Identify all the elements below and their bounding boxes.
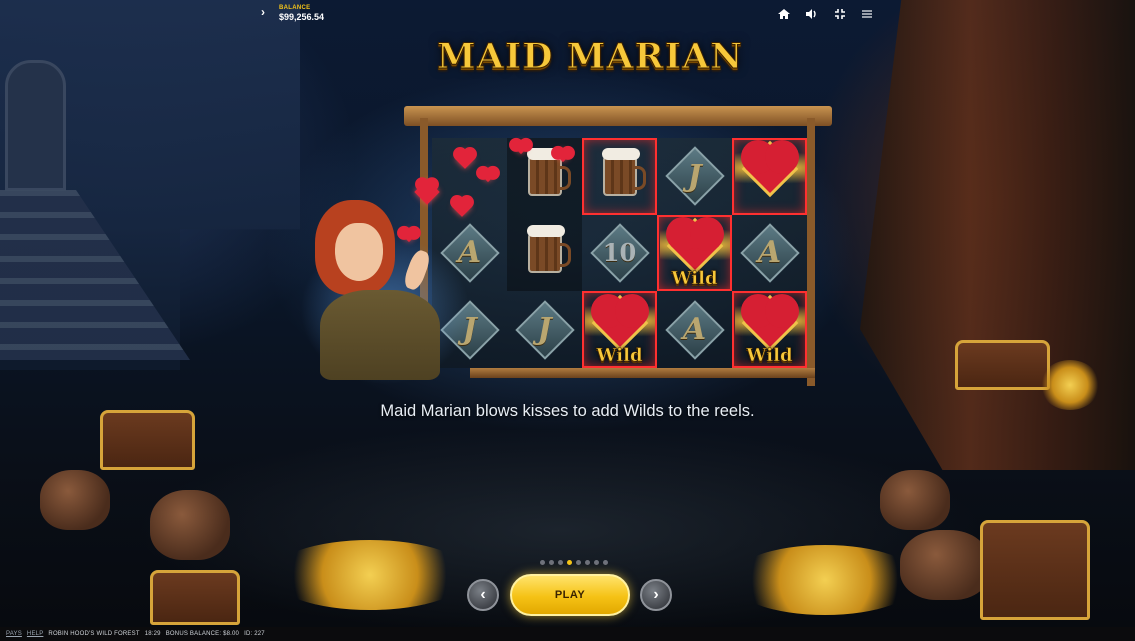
treasure-chest — [955, 340, 1050, 390]
reel-cell: Wild — [582, 291, 657, 368]
symbol-j: J — [537, 312, 552, 348]
chevron-left-icon: ‹ — [480, 586, 486, 603]
kiss-heart-icon — [555, 147, 571, 163]
reel-cell: A — [657, 291, 732, 368]
wild-label: Wild — [596, 344, 643, 367]
reel-cell: 10 — [582, 215, 657, 292]
house-door — [5, 60, 66, 191]
reel-frame-bottom — [470, 368, 815, 378]
marian-dress — [320, 290, 440, 380]
game-name: ROBIN HOOD'S WILD FOREST — [48, 631, 140, 637]
game-scene: › BALANCE $99,256.54 MAID MARIAN J A 10 Wil… — [0, 0, 1135, 627]
session-id: ID: 227 — [244, 631, 265, 637]
play-button[interactable]: PLAY — [510, 574, 630, 616]
balance-label: BALANCE — [279, 5, 311, 11]
ale-mug-icon — [526, 148, 571, 197]
home-icon[interactable] — [777, 7, 791, 21]
feature-description: Maid Marian blows kisses to add Wilds to… — [380, 402, 755, 420]
maid-marian-character — [300, 195, 470, 385]
reel-cell — [732, 138, 807, 215]
marian-face — [335, 223, 383, 281]
kiss-heart-icon — [401, 227, 417, 243]
fullscreen-icon[interactable] — [833, 7, 847, 21]
reel-cell: Wild — [732, 291, 807, 368]
page-dot[interactable] — [540, 560, 545, 565]
balance-value: $99,256.54 — [279, 12, 325, 22]
gold-sack — [150, 490, 230, 560]
symbol-ten: 10 — [602, 238, 637, 268]
kiss-heart-icon — [513, 139, 529, 155]
next-page-button[interactable]: › — [640, 579, 672, 611]
gold-coins-pile — [270, 540, 470, 610]
wild-label: Wild — [746, 344, 793, 367]
bonus-balance: BONUS BALANCE: $8.00 — [165, 631, 240, 637]
reel-frame-top — [404, 106, 832, 126]
help-link[interactable]: HELP — [27, 631, 43, 637]
wild-label: Wild — [671, 268, 718, 290]
page-dot[interactable] — [603, 560, 608, 565]
open-treasure-chest — [980, 520, 1090, 620]
symbol-a: A — [682, 312, 707, 348]
top-bar: › BALANCE $99,256.54 — [255, 0, 880, 26]
balance-expand-icon[interactable]: › — [261, 5, 265, 19]
reel-frame-post — [807, 118, 815, 386]
reel-cell: J — [507, 291, 582, 368]
clock: 18:29 — [144, 631, 161, 637]
ale-mug-icon — [526, 224, 571, 273]
kiss-heart-icon — [480, 167, 496, 183]
sound-icon[interactable] — [804, 7, 818, 21]
page-dot[interactable] — [558, 560, 563, 565]
page-dot[interactable] — [567, 560, 572, 565]
menu-icon[interactable] — [860, 7, 874, 21]
pays-link[interactable]: PAYS — [6, 631, 22, 637]
page-dot[interactable] — [576, 560, 581, 565]
gold-sack — [40, 470, 110, 530]
reel-cell — [507, 214, 582, 292]
gold-coins-pile — [730, 545, 920, 615]
page-dot[interactable] — [585, 560, 590, 565]
ale-mug-icon — [601, 148, 646, 197]
reel-cell — [582, 138, 657, 215]
treasure-chest — [150, 570, 240, 625]
status-bar: PAYS HELP ROBIN HOOD'S WILD FOREST 18:29… — [0, 627, 1135, 641]
symbol-j: J — [687, 158, 702, 194]
symbol-a: A — [757, 235, 782, 271]
chevron-right-icon: › — [653, 586, 659, 603]
page-dot[interactable] — [594, 560, 599, 565]
reel-cell: J — [657, 138, 732, 215]
page-dot[interactable] — [549, 560, 554, 565]
reel-cell: A — [732, 215, 807, 292]
gold-sack — [880, 470, 950, 530]
page-indicator — [540, 560, 608, 565]
reel-cell: Wild — [657, 215, 732, 292]
feature-title: MAID MARIAN — [436, 36, 744, 78]
previous-page-button[interactable]: ‹ — [467, 579, 499, 611]
